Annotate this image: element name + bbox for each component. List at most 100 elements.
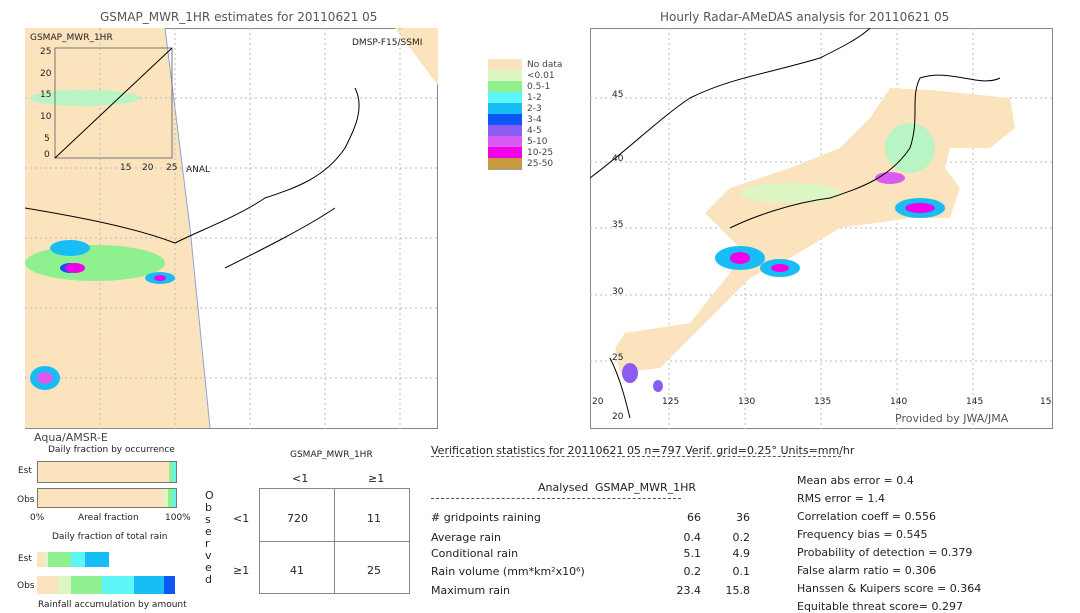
row-header: ≥1: [233, 564, 250, 577]
stat-est: 0.1: [732, 565, 751, 578]
stat-est: 36: [736, 511, 750, 524]
stat-analysed: 5.1: [683, 547, 702, 560]
cell-false-alarm: 11: [367, 512, 381, 525]
legend-label: 10-25: [527, 148, 554, 158]
cell-hit: 25: [367, 564, 381, 577]
legend-label: 2-3: [527, 104, 542, 114]
inset-xtick: 20: [142, 163, 154, 173]
left-map-title: GSMAP_MWR_1HR estimates for 20110621 05: [100, 10, 378, 24]
fraction-segment: [133, 576, 164, 594]
lat-tick: 40: [612, 154, 624, 164]
left-map: [25, 28, 438, 429]
fraction-segment: [173, 489, 176, 507]
lat-tick: 30: [612, 287, 624, 297]
stat-label: Conditional rain: [431, 547, 519, 560]
est-label: Est: [18, 554, 32, 564]
observed-label: Observed: [205, 490, 214, 586]
lat-tick: 45: [612, 90, 624, 100]
stat-label: # gridpoints raining: [431, 511, 541, 524]
fraction-segment: [38, 489, 164, 507]
right-map-title: Hourly Radar-AMeDAS analysis for 2011062…: [660, 10, 950, 24]
fraction-segment: [37, 576, 58, 594]
stat-analysed: 0.4: [683, 531, 702, 544]
score-line: False alarm ratio = 0.306: [797, 564, 937, 577]
inset-ytick: 0: [44, 150, 50, 160]
est-label: Est: [18, 466, 32, 476]
score-line: Frequency bias = 0.545: [797, 528, 928, 541]
fraction-segment: [37, 552, 44, 567]
score-line: Mean abs error = 0.4: [797, 474, 914, 487]
legend-label: 3-4: [527, 115, 542, 125]
lon-tick: 130: [738, 397, 756, 407]
sensor-top: DMSP-F15/SSMI: [352, 38, 423, 48]
inset-xtick: 15: [120, 163, 132, 173]
stat-est: 4.9: [732, 547, 751, 560]
legend-swatch: [488, 158, 522, 170]
lon-tick: 125: [662, 397, 680, 407]
fraction-segment: [173, 462, 176, 482]
contingency-table: 720 11 41 25: [259, 488, 410, 594]
rain-area: [25, 245, 165, 281]
inset-ytick: 20: [40, 69, 52, 79]
fraction-segment: [48, 552, 72, 567]
stat-analysed: 66: [687, 511, 701, 524]
score-line: Probability of detection = 0.379: [797, 546, 973, 559]
fraction-segment: [71, 552, 86, 567]
inset-ytick: 15: [40, 90, 52, 100]
right-map: [590, 28, 1053, 429]
legend-label: 1-2: [527, 93, 542, 103]
lat-tick: 25: [612, 353, 624, 363]
lon-tick: 15: [1040, 397, 1052, 407]
x-label: Areal fraction: [78, 513, 139, 523]
observed-letter: d: [205, 573, 212, 586]
legend-label: 5-10: [527, 137, 548, 147]
stat-analysed: 23.4: [676, 584, 702, 597]
row-header: <1: [233, 512, 250, 525]
contingency-title: GSMAP_MWR_1HR: [290, 450, 373, 460]
stat-label: Average rain: [431, 531, 501, 544]
rain-obs-bar: [37, 576, 175, 594]
stat-label: Rain volume (mm*km²x10⁶): [431, 565, 585, 578]
inset-label: GSMAP_MWR_1HR: [30, 33, 113, 43]
stat-est: 0.2: [732, 531, 751, 544]
lat-tick: 35: [612, 220, 624, 230]
accum-label: Rainfall accumulation by amount: [38, 600, 187, 610]
legend-label: 0.5-1: [527, 82, 551, 92]
x-end: 100%: [165, 513, 191, 523]
inset-ytick: 25: [40, 47, 52, 57]
stat-est: 15.8: [725, 584, 751, 597]
col-header: ≥1: [368, 472, 385, 485]
inset-ytick: 5: [44, 134, 50, 144]
occurrence-title: Daily fraction by occurrence: [48, 445, 175, 455]
lon-tick: 145: [966, 397, 984, 407]
legend-label: No data: [527, 60, 563, 70]
fraction-segment: [57, 576, 72, 594]
occurrence-est-bar: [37, 461, 177, 483]
col-header: <1: [292, 472, 309, 485]
obs-label: Obs: [17, 581, 35, 591]
stat-label: Maximum rain: [431, 584, 510, 597]
total-rain-title: Daily fraction of total rain: [52, 532, 168, 542]
fraction-segment: [163, 576, 175, 594]
sensor-bottom: Aqua/AMSR-E: [34, 431, 108, 444]
legend-label: <0.01: [527, 71, 555, 81]
legend-label: 25-50: [527, 159, 554, 169]
col-analysed: Analysed: [538, 481, 589, 494]
rain-est-bar: [37, 552, 175, 567]
lon-tick: 135: [814, 397, 832, 407]
x-start: 0%: [30, 513, 45, 523]
score-line: RMS error = 1.4: [797, 492, 885, 505]
fraction-segment: [101, 576, 134, 594]
legend-label: 4-5: [527, 126, 542, 136]
score-line: Equitable threat score= 0.297: [797, 600, 963, 613]
fraction-segment: [38, 462, 170, 482]
lat-tick: 20: [612, 412, 624, 422]
stat-analysed: 0.2: [683, 565, 702, 578]
occurrence-obs-bar: [37, 488, 177, 508]
fraction-segment: [71, 576, 102, 594]
col-est: GSMAP_MWR_1HR: [595, 481, 697, 494]
obs-label: Obs: [17, 495, 35, 505]
fraction-segment: [85, 552, 109, 567]
score-line: Hanssen & Kuipers score = 0.364: [797, 582, 982, 595]
cell-hits-neg: 720: [287, 512, 308, 525]
